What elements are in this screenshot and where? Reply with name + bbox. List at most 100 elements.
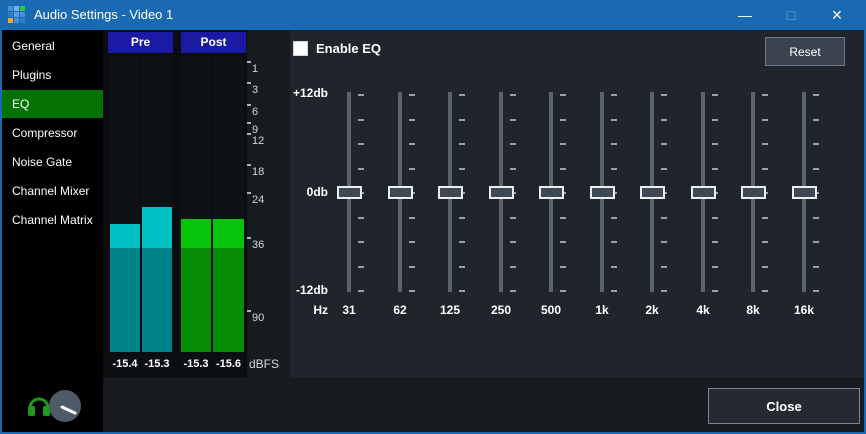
eq-slider-tick bbox=[712, 290, 718, 292]
meter-value-3: -15.3 bbox=[181, 355, 211, 374]
eq-gain-label-middle: 0db bbox=[270, 185, 328, 199]
eq-slider-handle-31[interactable] bbox=[337, 186, 362, 199]
close-button[interactable]: Close bbox=[708, 388, 860, 424]
eq-slider-handle-8k[interactable] bbox=[741, 186, 766, 199]
eq-slider-tick bbox=[459, 266, 465, 268]
eq-slider-tick bbox=[560, 143, 566, 145]
eq-slider-tick bbox=[813, 168, 819, 170]
eq-slider-handle-4k[interactable] bbox=[691, 186, 716, 199]
minimize-button[interactable]: — bbox=[722, 0, 768, 30]
sidebar-item-compressor[interactable]: Compressor bbox=[2, 119, 103, 147]
eq-slider-tick bbox=[409, 119, 415, 121]
eq-slider-tick bbox=[358, 119, 364, 121]
volume-knob[interactable] bbox=[47, 388, 83, 424]
eq-slider-tick bbox=[611, 217, 617, 219]
eq-slider-handle-250[interactable] bbox=[489, 186, 514, 199]
meter-scale-label: 3 bbox=[252, 84, 258, 96]
meter-bar-bright bbox=[181, 219, 211, 248]
eq-slider-tick bbox=[409, 290, 415, 292]
meter-scale-label: 18 bbox=[252, 166, 264, 178]
eq-slider-tick bbox=[611, 290, 617, 292]
eq-slider-handle-1k[interactable] bbox=[590, 186, 615, 199]
eq-slider-tick bbox=[712, 94, 718, 96]
meter-bar-bright bbox=[142, 207, 172, 248]
eq-slider-tick bbox=[358, 290, 364, 292]
eq-freq-axis-label: Hz bbox=[270, 303, 328, 317]
eq-slider-handle-62[interactable] bbox=[388, 186, 413, 199]
eq-freq-label-1k: 1k bbox=[580, 303, 624, 317]
eq-slider-tick bbox=[813, 94, 819, 96]
meter-bar-bright bbox=[213, 219, 244, 248]
titlebar-close-button[interactable]: × bbox=[814, 0, 860, 30]
meter-scale-tick bbox=[247, 133, 251, 135]
eq-freq-label-125: 125 bbox=[428, 303, 472, 317]
meter-unit-label: dBFS bbox=[249, 355, 289, 374]
eq-slider-tick bbox=[560, 241, 566, 243]
eq-slider-tick bbox=[560, 266, 566, 268]
enable-eq-checkbox[interactable] bbox=[293, 41, 308, 56]
meter-bar-dark bbox=[142, 248, 172, 352]
eq-slider-tick bbox=[661, 217, 667, 219]
sidebar-item-plugins[interactable]: Plugins bbox=[2, 61, 103, 89]
sidebar: GeneralPluginsEQCompressorNoise GateChan… bbox=[2, 30, 103, 432]
meter-bar-dark bbox=[213, 248, 244, 352]
eq-slider-tick bbox=[762, 168, 768, 170]
eq-slider-tick bbox=[510, 168, 516, 170]
sidebar-item-noise-gate[interactable]: Noise Gate bbox=[2, 148, 103, 176]
eq-slider-tick bbox=[611, 94, 617, 96]
meter-bar-dark bbox=[110, 248, 140, 352]
eq-slider-tick bbox=[560, 217, 566, 219]
eq-slider-tick bbox=[762, 290, 768, 292]
eq-slider-tick bbox=[459, 290, 465, 292]
eq-slider-tick bbox=[358, 143, 364, 145]
sidebar-item-channel-matrix[interactable]: Channel Matrix bbox=[2, 206, 103, 234]
enable-eq-label: Enable EQ bbox=[316, 41, 381, 57]
eq-freq-label-4k: 4k bbox=[681, 303, 725, 317]
eq-slider-tick bbox=[661, 143, 667, 145]
eq-slider-tick bbox=[611, 241, 617, 243]
meter-value-2: -15.3 bbox=[142, 355, 172, 374]
eq-slider-tick bbox=[813, 143, 819, 145]
eq-slider-handle-16k[interactable] bbox=[792, 186, 817, 199]
sidebar-item-eq[interactable]: EQ bbox=[2, 90, 103, 118]
eq-slider-handle-2k[interactable] bbox=[640, 186, 665, 199]
eq-slider-tick bbox=[510, 94, 516, 96]
meter-scale-label: 1 bbox=[252, 63, 258, 75]
sidebar-item-general[interactable]: General bbox=[2, 32, 103, 60]
meter-column-post-2 bbox=[213, 57, 244, 352]
eq-freq-label-250: 250 bbox=[479, 303, 523, 317]
eq-slider-tick bbox=[611, 119, 617, 121]
eq-slider-tick bbox=[409, 241, 415, 243]
titlebar: Audio Settings - Video 1 — □ × bbox=[0, 0, 866, 30]
eq-slider-handle-125[interactable] bbox=[438, 186, 463, 199]
meter-scale-tick bbox=[247, 164, 251, 166]
eq-slider-tick bbox=[661, 94, 667, 96]
meter-scale-tick bbox=[247, 192, 251, 194]
meter-bar-dark bbox=[181, 248, 211, 352]
sidebar-item-channel-mixer[interactable]: Channel Mixer bbox=[2, 177, 103, 205]
eq-slider-tick bbox=[661, 290, 667, 292]
reset-button[interactable]: Reset bbox=[765, 37, 845, 66]
meter-scale-label: 90 bbox=[252, 312, 264, 324]
meter-bar-bright bbox=[110, 224, 140, 248]
meter-value-1: -15.4 bbox=[110, 355, 140, 374]
eq-slider-tick bbox=[813, 241, 819, 243]
eq-slider-tick bbox=[813, 290, 819, 292]
app-icon bbox=[8, 6, 26, 24]
eq-slider-tick bbox=[762, 94, 768, 96]
eq-slider-tick bbox=[560, 119, 566, 121]
audio-settings-window: Audio Settings - Video 1 — □ × GeneralPl… bbox=[0, 0, 866, 434]
eq-freq-label-8k: 8k bbox=[731, 303, 775, 317]
meter-scale-tick bbox=[247, 104, 251, 106]
eq-freq-label-2k: 2k bbox=[630, 303, 674, 317]
eq-slider-tick bbox=[510, 119, 516, 121]
eq-slider-tick bbox=[661, 266, 667, 268]
eq-slider-tick bbox=[459, 241, 465, 243]
eq-slider-tick bbox=[409, 168, 415, 170]
eq-slider-handle-500[interactable] bbox=[539, 186, 564, 199]
eq-slider-tick bbox=[358, 241, 364, 243]
eq-slider-tick bbox=[813, 266, 819, 268]
eq-slider-tick bbox=[459, 217, 465, 219]
eq-slider-tick bbox=[510, 290, 516, 292]
eq-slider-tick bbox=[762, 217, 768, 219]
